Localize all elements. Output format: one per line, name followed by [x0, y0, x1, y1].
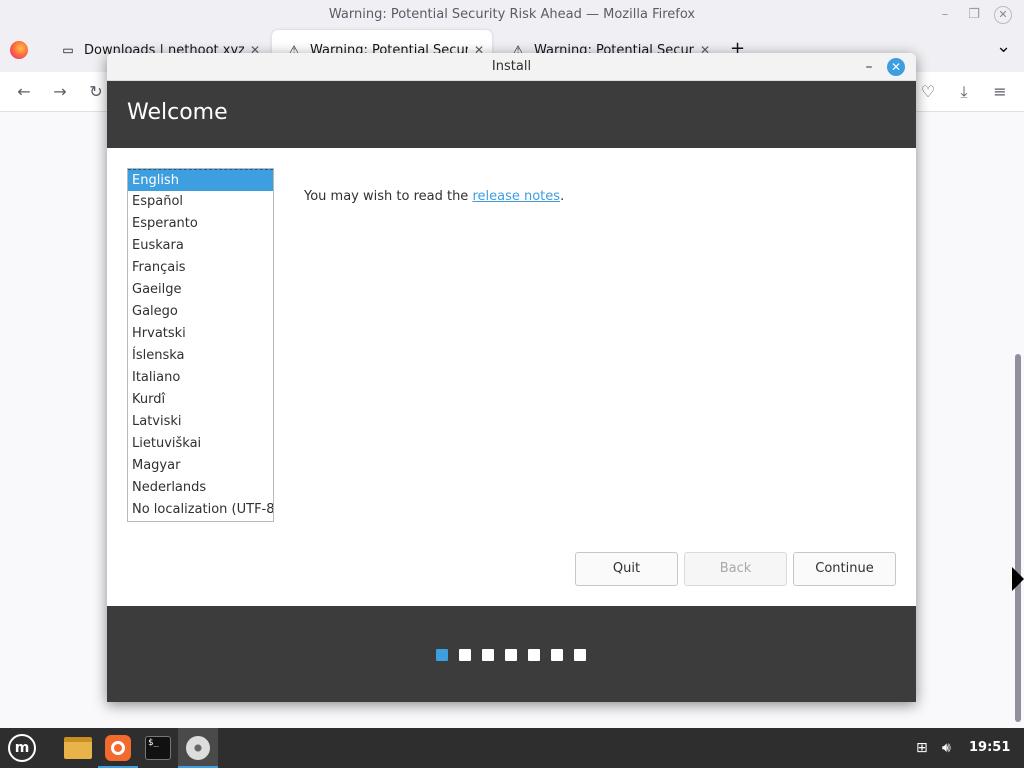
language-item[interactable]: Latviski	[128, 411, 273, 433]
pocket-icon[interactable]: ♡	[916, 80, 940, 104]
language-item[interactable]: Hrvatski	[128, 323, 273, 345]
downloads-icon[interactable]: ⤓	[952, 80, 976, 104]
back-arrow-icon[interactable]: ←	[12, 80, 36, 104]
page-icon: ▭	[62, 43, 74, 57]
release-notes-message: You may wish to read the release notes.	[304, 189, 564, 204]
language-item[interactable]: Français	[128, 257, 273, 279]
page-scrollbar[interactable]	[1015, 354, 1021, 722]
taskbar: m $_ ⊞ 🔊︎ 19:51	[0, 728, 1024, 768]
mouse-cursor-icon	[1012, 567, 1024, 591]
disc-installer-icon	[186, 736, 210, 760]
install-titlebar[interactable]: Install	[107, 53, 916, 81]
language-list[interactable]: English Español Esperanto Euskara França…	[127, 168, 274, 522]
firefox-icon[interactable]	[10, 41, 28, 59]
language-item[interactable]: Íslenska	[128, 345, 273, 367]
language-item[interactable]: Euskara	[128, 235, 273, 257]
forward-arrow-icon[interactable]: →	[48, 80, 72, 104]
release-notes-prefix: You may wish to read the	[304, 189, 473, 204]
clock[interactable]: 19:51	[969, 728, 1010, 768]
close-icon[interactable]: ✕	[887, 58, 905, 76]
volume-icon[interactable]: 🔊︎	[942, 728, 951, 768]
close-icon: ✕	[994, 6, 1012, 24]
progress-step-dot	[436, 649, 448, 661]
language-item[interactable]: Nederlands	[128, 477, 273, 499]
progress-step-dot	[505, 649, 517, 661]
mint-menu-button[interactable]: m	[2, 728, 42, 768]
step-progress	[436, 649, 586, 661]
terminal-launcher[interactable]: $_	[138, 728, 178, 768]
language-item[interactable]: Gaeilge	[128, 279, 273, 301]
release-notes-link[interactable]: release notes	[472, 189, 560, 204]
maximize-icon[interactable]: ❐	[964, 5, 984, 25]
list-all-tabs-icon[interactable]: ⌄	[996, 36, 1011, 57]
install-window: Install – ✕ Welcome English Español Espe…	[107, 53, 916, 702]
continue-button[interactable]: Continue	[793, 552, 896, 586]
language-item[interactable]: Esperanto	[128, 213, 273, 235]
files-launcher[interactable]	[58, 728, 98, 768]
back-button[interactable]: Back	[684, 552, 787, 586]
install-footer	[107, 606, 916, 702]
language-item[interactable]: Italiano	[128, 367, 273, 389]
firefox-titlebar: Warning: Potential Security Risk Ahead —…	[0, 0, 1024, 30]
minimize-icon[interactable]: –	[859, 57, 879, 77]
progress-step-dot	[574, 649, 586, 661]
progress-step-dot	[528, 649, 540, 661]
progress-step-dot	[482, 649, 494, 661]
language-item[interactable]: Galego	[128, 301, 273, 323]
quit-button[interactable]: Quit	[575, 552, 678, 586]
language-item[interactable]: Lietuviškai	[128, 433, 273, 455]
language-item[interactable]: Español	[128, 191, 273, 213]
close-window-button[interactable]: ✕	[993, 5, 1013, 25]
firefox-launcher[interactable]	[98, 728, 138, 768]
terminal-icon: $_	[145, 736, 171, 760]
network-icon[interactable]: ⊞	[916, 728, 928, 768]
install-window-title: Install	[491, 59, 532, 74]
progress-step-dot	[459, 649, 471, 661]
mint-menu-icon: m	[8, 734, 36, 762]
firefox-window-title: Warning: Potential Security Risk Ahead —…	[328, 7, 696, 22]
page-title: Welcome	[127, 100, 228, 125]
minimize-icon[interactable]: –	[935, 5, 955, 25]
language-item[interactable]: English	[128, 169, 273, 191]
release-notes-suffix: .	[560, 189, 565, 204]
language-item[interactable]: Magyar	[128, 455, 273, 477]
menu-icon[interactable]: ≡	[988, 80, 1012, 104]
install-header: Welcome	[107, 81, 916, 148]
language-item[interactable]: Kurdî	[128, 389, 273, 411]
firefox-icon	[105, 735, 131, 761]
reload-icon[interactable]: ↻	[84, 80, 108, 104]
files-icon	[64, 737, 92, 759]
language-item[interactable]: No localization (UTF-8)	[128, 499, 273, 521]
installer-launcher[interactable]	[178, 728, 218, 768]
progress-step-dot	[551, 649, 563, 661]
